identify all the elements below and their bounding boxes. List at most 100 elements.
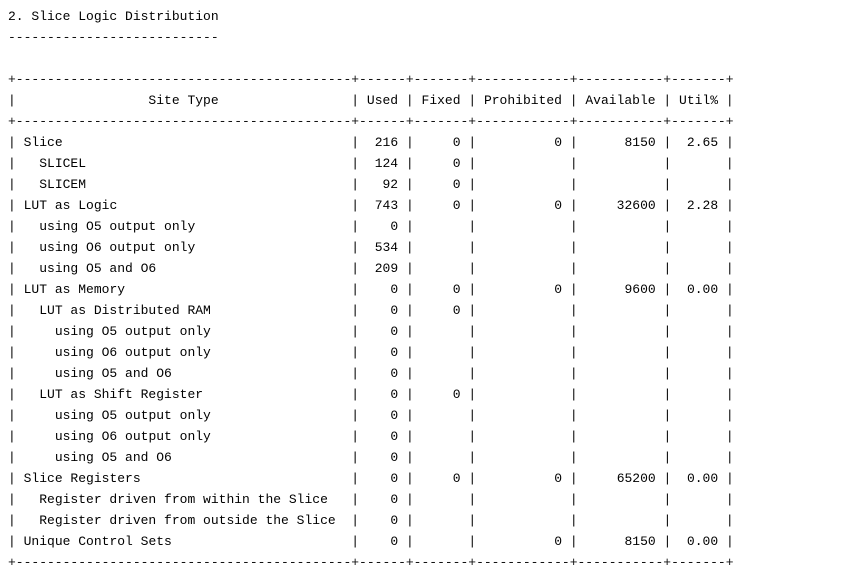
row-pipe: | (8, 261, 16, 276)
cell-used: 92 (359, 177, 406, 192)
cell-site-type: using O5 output only (16, 408, 351, 423)
table-row: | using O5 and O6 | 0 | | | | | (8, 447, 847, 468)
row-pipe: | (8, 135, 16, 150)
cell-site-type: using O5 output only (16, 219, 351, 234)
row-pipe: | (725, 240, 734, 255)
cell-fixed: 0 (414, 177, 469, 192)
row-pipe: | (725, 135, 734, 150)
site-type-label: Unique Control Sets (23, 534, 172, 549)
cell-used-value: 0 (390, 303, 399, 318)
row-pipe: | (569, 282, 578, 297)
cell-fixed (414, 492, 469, 507)
row-pipe: | (8, 198, 16, 213)
cell-used-value: 92 (382, 177, 399, 192)
site-type-label: SLICEL (39, 156, 87, 171)
row-pipe: | (725, 261, 734, 276)
cell-available: 65200 (578, 471, 664, 486)
row-pipe: | (8, 303, 16, 318)
cell-util (671, 366, 726, 381)
cell-prohibited (476, 429, 570, 444)
cell-fixed: 0 (414, 282, 469, 297)
cell-prohibited-value: 0 (554, 534, 563, 549)
cell-fixed: 0 (414, 135, 469, 150)
row-pipe: | (405, 366, 414, 381)
cell-used-value: 209 (374, 261, 399, 276)
row-pipe: | (405, 303, 414, 318)
row-pipe: | (569, 135, 578, 150)
cell-util (671, 219, 726, 234)
site-type-label: Register driven from within the Slice (39, 492, 328, 507)
cell-util: 0.00 (671, 471, 726, 486)
row-pipe: | (405, 93, 414, 108)
row-pipe: | (569, 303, 578, 318)
cell-available (578, 408, 664, 423)
cell-util: 2.28 (671, 198, 726, 213)
site-type-label: using O5 and O6 (54, 450, 172, 465)
row-pipe: | (405, 345, 414, 360)
cell-available (578, 492, 664, 507)
cell-prohibited (476, 408, 570, 423)
cell-site-type: using O6 output only (16, 429, 351, 444)
row-pipe: | (351, 492, 360, 507)
cell-site-type: LUT as Logic (16, 198, 351, 213)
row-pipe: | (8, 345, 16, 360)
cell-fixed (414, 450, 469, 465)
row-pipe: | (8, 450, 16, 465)
row-pipe: | (725, 303, 734, 318)
cell-used: 0 (359, 492, 406, 507)
cell-used: 0 (359, 513, 406, 528)
row-pipe: | (725, 534, 734, 549)
cell-used: 0 (359, 534, 406, 549)
header-prohibited: Prohibited (476, 93, 570, 108)
row-pipe: | (405, 135, 414, 150)
row-pipe: | (569, 156, 578, 171)
header-util: Util% (671, 93, 726, 108)
site-type-label: LUT as Distributed RAM (39, 303, 211, 318)
site-type-label: Slice Registers (23, 471, 141, 486)
row-pipe: | (468, 240, 477, 255)
table-row: | Slice Registers | 0 | 0 | 0 | 65200 | … (8, 468, 847, 489)
cell-available (578, 387, 664, 402)
cell-used-value: 0 (390, 324, 399, 339)
row-pipe: | (8, 156, 16, 171)
cell-available (578, 261, 664, 276)
row-pipe: | (351, 534, 360, 549)
cell-site-type: SLICEM (16, 177, 351, 192)
cell-util-value: 0.00 (686, 471, 719, 486)
cell-util: 0.00 (671, 282, 726, 297)
cell-used: 0 (359, 324, 406, 339)
cell-used: 0 (359, 219, 406, 234)
cell-site-type: using O6 output only (16, 345, 351, 360)
cell-used-value: 0 (390, 450, 399, 465)
cell-fixed-value: 0 (452, 387, 461, 402)
site-type-label: using O6 output only (39, 240, 196, 255)
row-pipe: | (8, 534, 16, 549)
row-pipe: | (725, 282, 734, 297)
table-row: | LUT as Shift Register | 0 | 0 | | | | (8, 384, 847, 405)
cell-site-type: Register driven from outside the Slice (16, 513, 351, 528)
cell-fixed-value: 0 (452, 135, 461, 150)
row-pipe: | (405, 261, 414, 276)
cell-site-type: LUT as Memory (16, 282, 351, 297)
cell-fixed-value: 0 (452, 471, 461, 486)
section-heading: 2. Slice Logic Distribution (8, 9, 219, 24)
cell-fixed: 0 (414, 303, 469, 318)
cell-used-value: 0 (390, 513, 399, 528)
cell-site-type: Register driven from within the Slice (16, 492, 351, 507)
row-pipe: | (569, 471, 578, 486)
row-pipe: | (351, 261, 360, 276)
cell-used: 743 (359, 198, 406, 213)
cell-fixed: 0 (414, 387, 469, 402)
row-pipe: | (405, 450, 414, 465)
row-pipe: | (569, 387, 578, 402)
row-pipe: | (569, 261, 578, 276)
cell-available: 9600 (578, 282, 664, 297)
cell-prohibited-value: 0 (554, 282, 563, 297)
table-row: | using O5 output only | 0 | | | | | (8, 216, 847, 237)
row-pipe: | (405, 240, 414, 255)
row-pipe: | (569, 345, 578, 360)
cell-fixed-value: 0 (452, 303, 461, 318)
site-type-label: using O6 output only (54, 429, 211, 444)
cell-site-type: LUT as Shift Register (16, 387, 351, 402)
